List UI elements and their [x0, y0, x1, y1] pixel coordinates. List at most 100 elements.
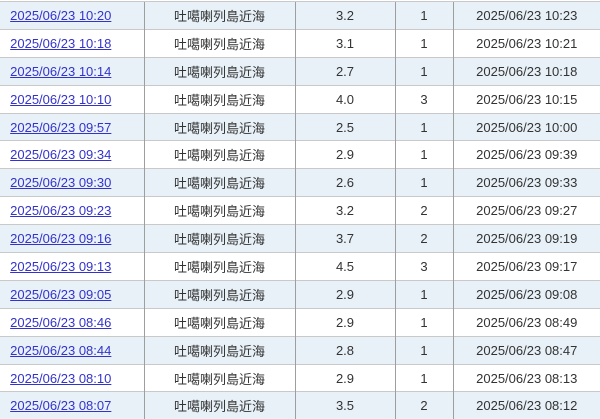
detected-time-link[interactable]: 2025/06/23 08:46: [10, 315, 111, 330]
announced-time-cell: 2025/06/23 10:15: [452, 84, 600, 114]
table-row: 2025/06/23 09:30 吐噶喇列島近海 2.6 1 2025/06/2…: [0, 168, 600, 197]
table-row: 2025/06/23 10:18 吐噶喇列島近海 3.1 1 2025/06/2…: [0, 28, 600, 58]
epicenter-cell: 吐噶喇列島近海: [143, 391, 295, 419]
detected-time-cell: 2025/06/23 09:30: [0, 168, 144, 197]
magnitude-cell: 2.9: [294, 307, 395, 337]
table-row: 2025/06/23 09:23 吐噶喇列島近海 3.2 2 2025/06/2…: [0, 196, 600, 225]
announced-time-cell: 2025/06/23 10:23: [452, 1, 600, 30]
max-intensity-cell: 1: [394, 307, 453, 337]
magnitude-cell: 4.5: [294, 252, 395, 281]
detected-time-link[interactable]: 2025/06/23 09:13: [10, 259, 111, 274]
detected-time-link[interactable]: 2025/06/23 08:10: [10, 371, 111, 386]
detected-time-link[interactable]: 2025/06/23 09:34: [10, 147, 111, 162]
magnitude-cell: 2.9: [294, 140, 395, 169]
table-row: 2025/06/23 08:44 吐噶喇列島近海 2.8 1 2025/06/2…: [0, 335, 600, 365]
announced-time-cell: 2025/06/23 10:00: [452, 112, 600, 141]
epicenter-cell: 吐噶喇列島近海: [143, 28, 295, 58]
epicenter-cell: 吐噶喇列島近海: [143, 307, 295, 337]
table-row: 2025/06/23 10:10 吐噶喇列島近海 4.0 3 2025/06/2…: [0, 84, 600, 114]
magnitude-cell: 2.5: [294, 112, 395, 141]
detected-time-link[interactable]: 2025/06/23 08:44: [10, 343, 111, 358]
epicenter-cell: 吐噶喇列島近海: [143, 224, 295, 253]
max-intensity-cell: 1: [394, 279, 453, 309]
max-intensity-cell: 1: [394, 112, 453, 141]
table-row: 2025/06/23 09:57 吐噶喇列島近海 2.5 1 2025/06/2…: [0, 112, 600, 141]
detected-time-cell: 2025/06/23 08:10: [0, 363, 144, 392]
magnitude-cell: 3.7: [294, 224, 395, 253]
announced-time-cell: 2025/06/23 09:33: [452, 168, 600, 197]
detected-time-link[interactable]: 2025/06/23 10:20: [10, 8, 111, 23]
max-intensity-cell: 1: [394, 56, 453, 86]
earthquake-table-body: 2025/06/23 10:20 吐噶喇列島近海 3.2 1 2025/06/2…: [0, 1, 600, 419]
table-row: 2025/06/23 09:13 吐噶喇列島近海 4.5 3 2025/06/2…: [0, 252, 600, 281]
earthquake-table: 2025/06/23 10:20 吐噶喇列島近海 3.2 1 2025/06/2…: [0, 1, 600, 419]
max-intensity-cell: 1: [394, 1, 453, 30]
magnitude-cell: 3.2: [294, 196, 395, 225]
max-intensity-cell: 1: [394, 168, 453, 197]
announced-time-cell: 2025/06/23 09:19: [452, 224, 600, 253]
epicenter-cell: 吐噶喇列島近海: [143, 140, 295, 169]
announced-time-cell: 2025/06/23 09:27: [452, 196, 600, 225]
magnitude-cell: 2.9: [294, 279, 395, 309]
detected-time-cell: 2025/06/23 10:10: [0, 84, 144, 114]
detected-time-cell: 2025/06/23 08:07: [0, 391, 144, 419]
announced-time-cell: 2025/06/23 08:49: [452, 307, 600, 337]
max-intensity-cell: 1: [394, 335, 453, 365]
max-intensity-cell: 1: [394, 140, 453, 169]
table-row: 2025/06/23 08:10 吐噶喇列島近海 2.9 1 2025/06/2…: [0, 363, 600, 392]
epicenter-cell: 吐噶喇列島近海: [143, 168, 295, 197]
detected-time-link[interactable]: 2025/06/23 10:14: [10, 64, 111, 79]
table-row: 2025/06/23 08:07 吐噶喇列島近海 3.5 2 2025/06/2…: [0, 391, 600, 419]
announced-time-cell: 2025/06/23 10:18: [452, 56, 600, 86]
detected-time-cell: 2025/06/23 09:34: [0, 140, 144, 169]
announced-time-cell: 2025/06/23 08:13: [452, 363, 600, 392]
announced-time-cell: 2025/06/23 10:21: [452, 28, 600, 58]
epicenter-cell: 吐噶喇列島近海: [143, 84, 295, 114]
epicenter-cell: 吐噶喇列島近海: [143, 1, 295, 30]
detected-time-cell: 2025/06/23 09:13: [0, 252, 144, 281]
magnitude-cell: 3.5: [294, 391, 395, 419]
max-intensity-cell: 1: [394, 363, 453, 392]
epicenter-cell: 吐噶喇列島近海: [143, 335, 295, 365]
announced-time-cell: 2025/06/23 08:12: [452, 391, 600, 419]
epicenter-cell: 吐噶喇列島近海: [143, 196, 295, 225]
detected-time-cell: 2025/06/23 10:20: [0, 1, 144, 30]
detected-time-link[interactable]: 2025/06/23 09:23: [10, 203, 111, 218]
magnitude-cell: 3.2: [294, 1, 395, 30]
table-row: 2025/06/23 09:34 吐噶喇列島近海 2.9 1 2025/06/2…: [0, 140, 600, 169]
detected-time-link[interactable]: 2025/06/23 09:30: [10, 175, 111, 190]
detected-time-cell: 2025/06/23 09:16: [0, 224, 144, 253]
epicenter-cell: 吐噶喇列島近海: [143, 112, 295, 141]
max-intensity-cell: 2: [394, 224, 453, 253]
detected-time-link[interactable]: 2025/06/23 09:05: [10, 287, 111, 302]
detected-time-link[interactable]: 2025/06/23 09:57: [10, 120, 111, 135]
detected-time-link[interactable]: 2025/06/23 10:18: [10, 36, 111, 51]
detected-time-cell: 2025/06/23 09:57: [0, 112, 144, 141]
max-intensity-cell: 3: [394, 252, 453, 281]
detected-time-link[interactable]: 2025/06/23 08:07: [10, 398, 111, 413]
magnitude-cell: 2.8: [294, 335, 395, 365]
announced-time-cell: 2025/06/23 09:39: [452, 140, 600, 169]
table-row: 2025/06/23 10:20 吐噶喇列島近海 3.2 1 2025/06/2…: [0, 1, 600, 30]
table-row: 2025/06/23 09:05 吐噶喇列島近海 2.9 1 2025/06/2…: [0, 279, 600, 309]
detected-time-link[interactable]: 2025/06/23 10:10: [10, 92, 111, 107]
max-intensity-cell: 1: [394, 28, 453, 58]
detected-time-link[interactable]: 2025/06/23 09:16: [10, 231, 111, 246]
detected-time-cell: 2025/06/23 10:18: [0, 28, 144, 58]
detected-time-cell: 2025/06/23 08:44: [0, 335, 144, 365]
epicenter-cell: 吐噶喇列島近海: [143, 252, 295, 281]
table-row: 2025/06/23 09:16 吐噶喇列島近海 3.7 2 2025/06/2…: [0, 224, 600, 253]
epicenter-cell: 吐噶喇列島近海: [143, 56, 295, 86]
magnitude-cell: 2.6: [294, 168, 395, 197]
announced-time-cell: 2025/06/23 08:47: [452, 335, 600, 365]
detected-time-cell: 2025/06/23 09:05: [0, 279, 144, 309]
table-row: 2025/06/23 10:14 吐噶喇列島近海 2.7 1 2025/06/2…: [0, 56, 600, 86]
max-intensity-cell: 3: [394, 84, 453, 114]
max-intensity-cell: 2: [394, 391, 453, 419]
magnitude-cell: 4.0: [294, 84, 395, 114]
epicenter-cell: 吐噶喇列島近海: [143, 363, 295, 392]
detected-time-cell: 2025/06/23 09:23: [0, 196, 144, 225]
magnitude-cell: 2.7: [294, 56, 395, 86]
magnitude-cell: 2.9: [294, 363, 395, 392]
detected-time-cell: 2025/06/23 10:14: [0, 56, 144, 86]
